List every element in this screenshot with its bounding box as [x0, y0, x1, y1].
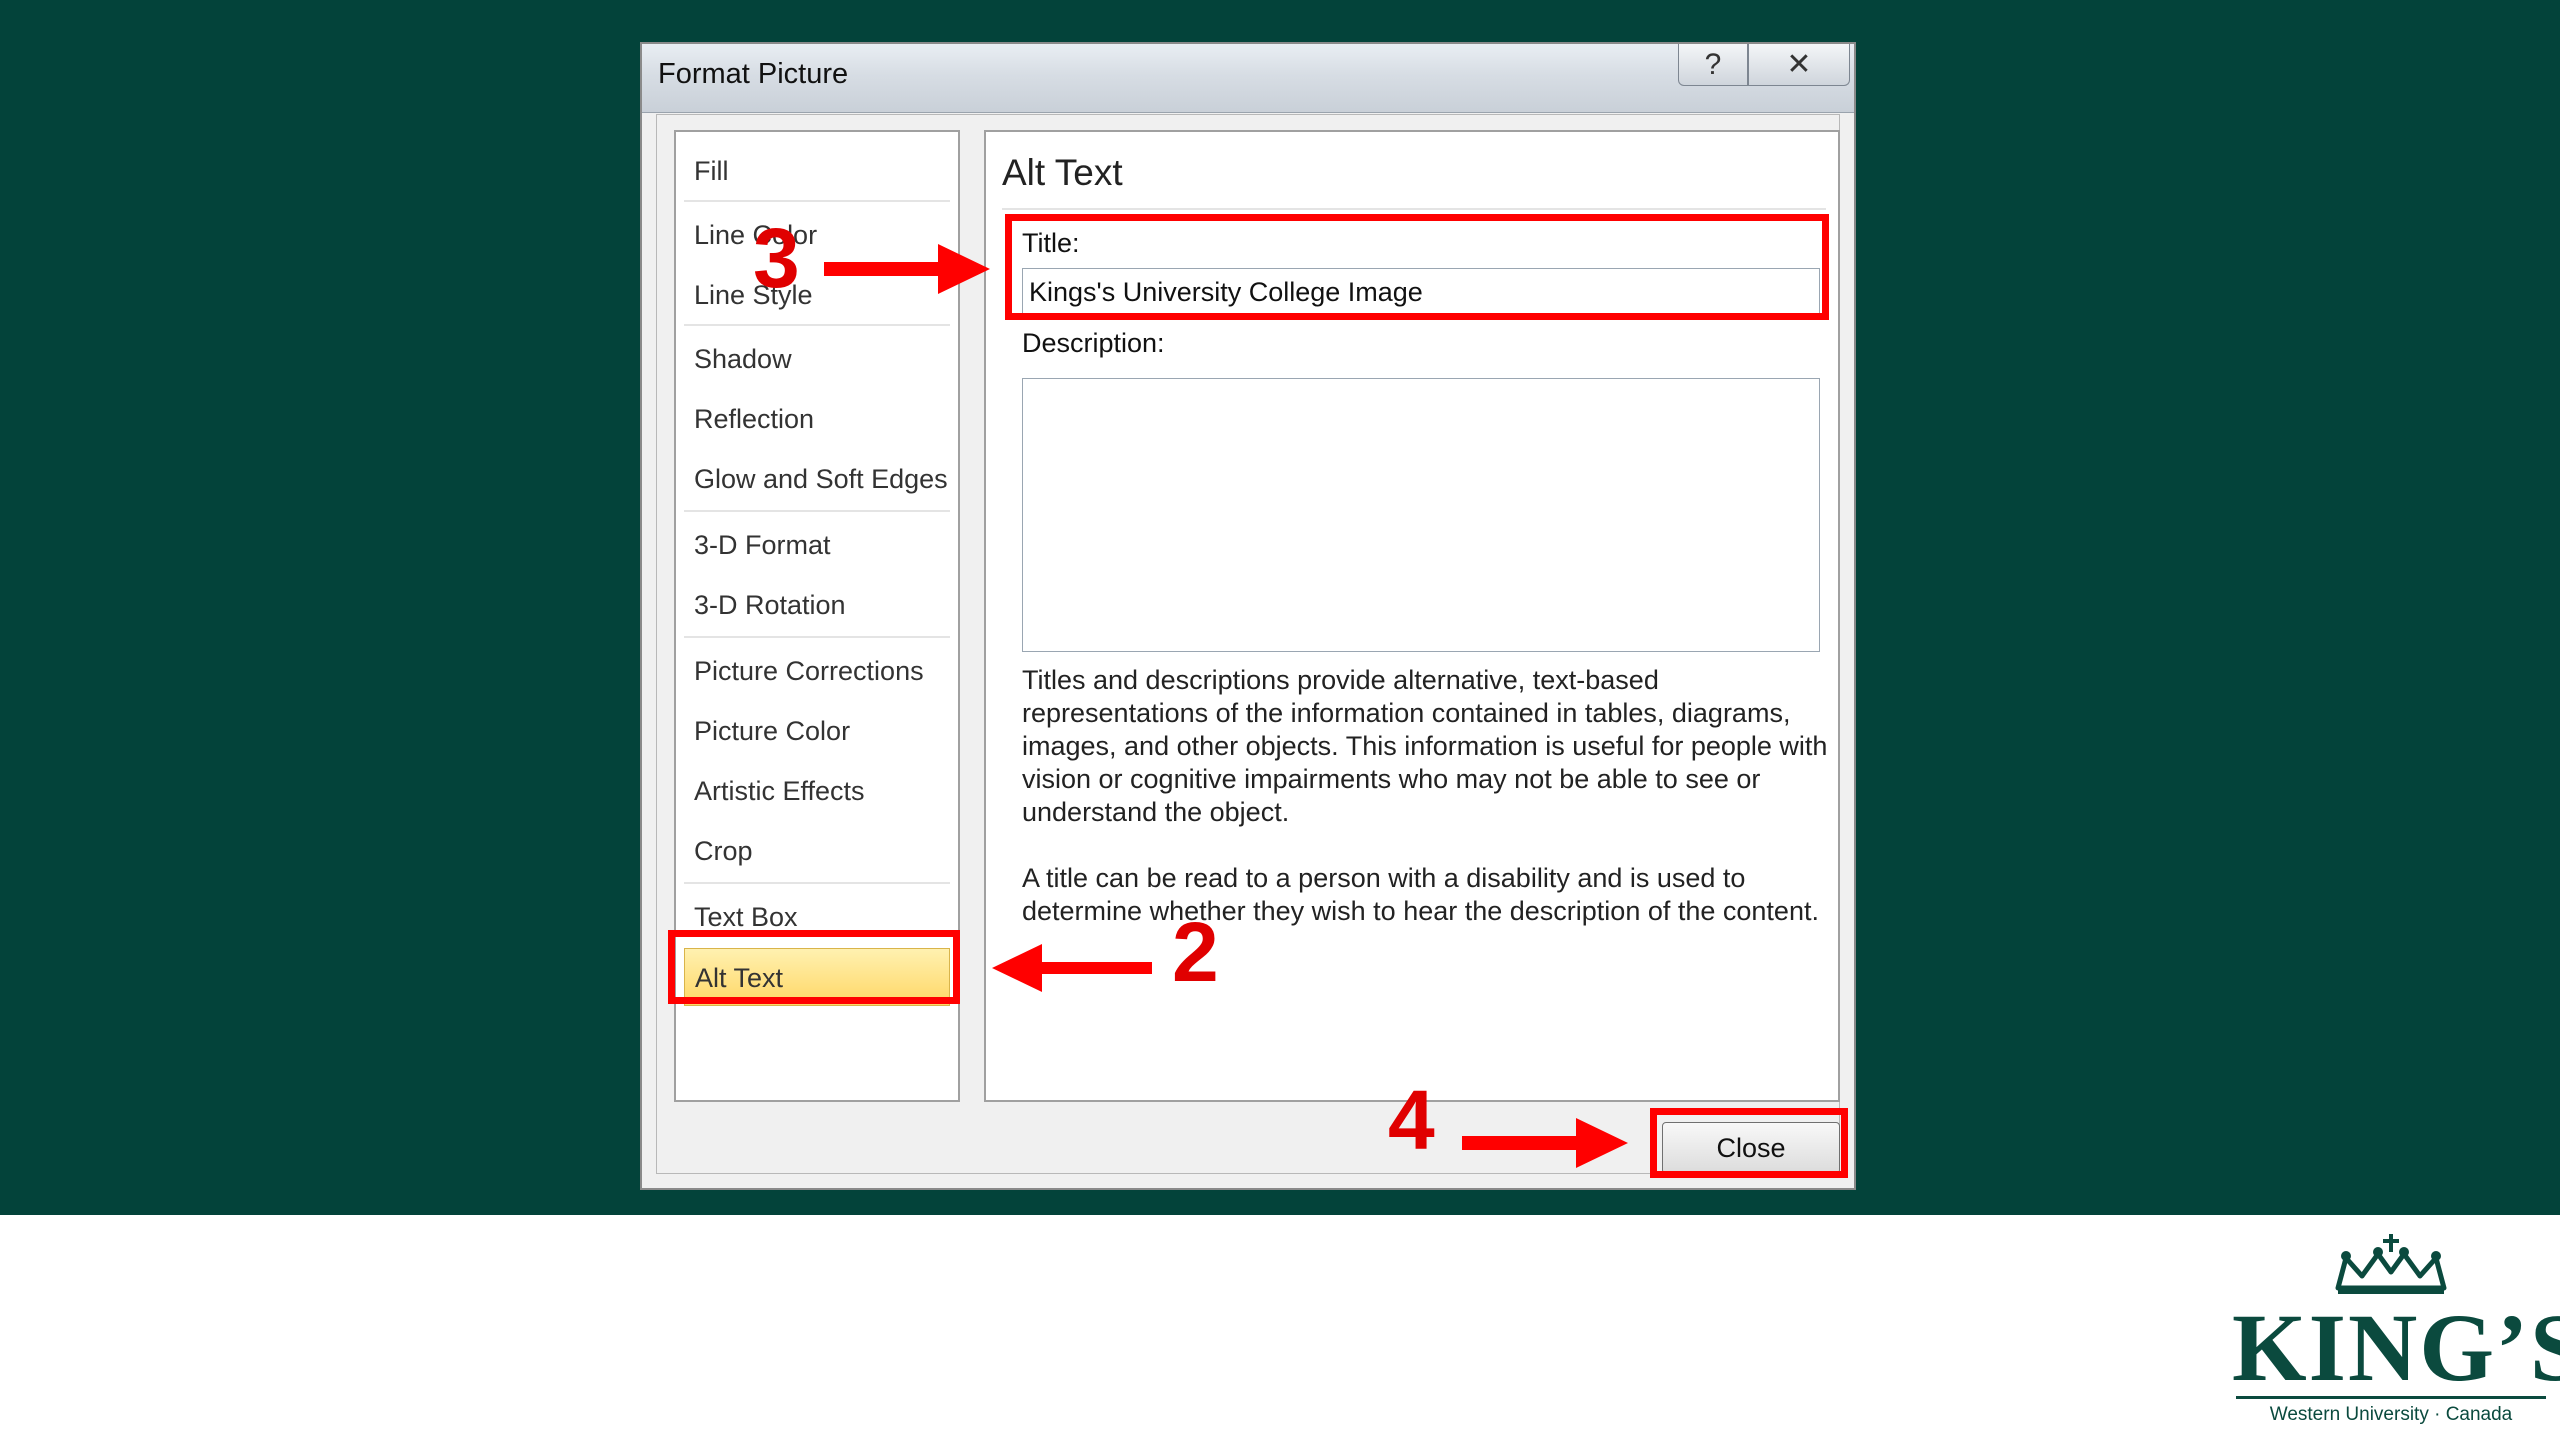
category-shadow[interactable]: Shadow — [684, 330, 950, 388]
heading-divider — [1002, 208, 1826, 210]
crown-icon — [2335, 1234, 2447, 1294]
title-field-highlight — [1005, 214, 1829, 320]
category-fill[interactable]: Fill — [684, 142, 950, 200]
description-label: Description: — [1022, 328, 1165, 358]
logo-divider — [2236, 1396, 2546, 1399]
category-divider — [684, 882, 950, 884]
category-label: Shadow — [694, 344, 792, 374]
dialog-title: Format Picture — [658, 58, 849, 90]
category-artistic-effects[interactable]: Artistic Effects — [684, 762, 950, 820]
category-label: Reflection — [694, 404, 815, 434]
logo-wordmark: KING’S — [2232, 1294, 2560, 1401]
help-button[interactable]: ? — [1678, 44, 1748, 86]
close-icon: ✕ — [1786, 48, 1812, 81]
panel-heading: Alt Text — [1002, 152, 1123, 193]
category-label: Picture Color — [694, 716, 851, 746]
category-label: Fill — [694, 156, 729, 186]
category-3d-rotation[interactable]: 3-D Rotation — [684, 576, 950, 634]
slide-footer — [0, 1215, 2560, 1440]
alt-text-highlight — [668, 930, 960, 1004]
logo-tagline: Western University · Canada — [2269, 1404, 2513, 1425]
help-icon: ? — [1704, 47, 1722, 81]
category-label: Glow and Soft Edges — [694, 464, 948, 494]
help-paragraph-1: Titles and descriptions provide alternat… — [1022, 665, 1828, 827]
category-label: Artistic Effects — [694, 776, 865, 806]
description-input[interactable] — [1022, 378, 1820, 652]
step-2-arrow-icon — [992, 944, 1152, 992]
title-close-button[interactable]: ✕ — [1748, 44, 1850, 86]
category-label: Text Box — [694, 902, 798, 932]
category-divider — [684, 510, 950, 512]
step-3-number: 3 — [753, 211, 800, 305]
category-glow-soft-edges[interactable]: Glow and Soft Edges — [684, 450, 950, 508]
category-picture-color[interactable]: Picture Color — [684, 702, 950, 760]
category-divider — [684, 324, 950, 326]
help-paragraph-2: A title can be read to a person with a d… — [1022, 863, 1819, 926]
category-label: 3-D Format — [694, 530, 831, 560]
category-label: Crop — [694, 836, 753, 866]
category-reflection[interactable]: Reflection — [684, 390, 950, 448]
category-picture-corrections[interactable]: Picture Corrections — [684, 642, 950, 700]
category-crop[interactable]: Crop — [684, 822, 950, 880]
step-4-number: 4 — [1388, 1073, 1435, 1167]
step-4-arrow-icon — [1462, 1118, 1628, 1168]
category-label: 3-D Rotation — [694, 590, 846, 620]
category-label: Picture Corrections — [694, 656, 924, 686]
step-3-arrow-icon — [824, 244, 990, 294]
category-divider — [684, 200, 950, 202]
step-2-number: 2 — [1172, 905, 1219, 999]
category-divider — [684, 636, 950, 638]
category-3d-format[interactable]: 3-D Format — [684, 516, 950, 574]
kings-logo: KING’S Western University · Canada — [2232, 1232, 2560, 1432]
close-button-highlight — [1650, 1108, 1848, 1178]
dialog-titlebar[interactable]: Format Picture ? ✕ — [642, 44, 1854, 113]
